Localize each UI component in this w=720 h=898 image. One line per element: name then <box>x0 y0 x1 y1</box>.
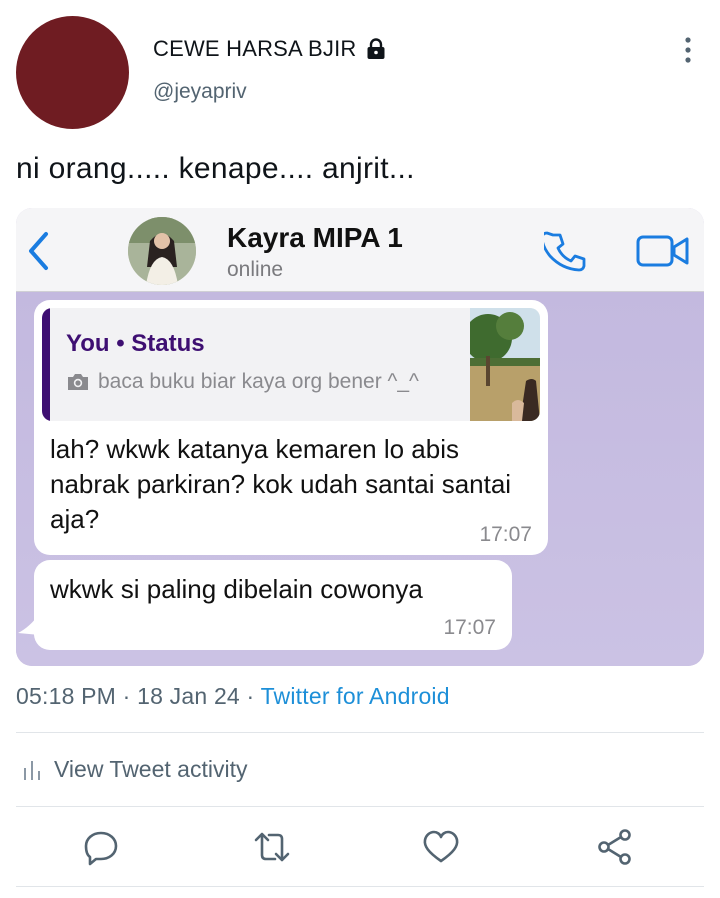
tweet-media-screenshot[interactable]: Kayra MIPA 1 online You • Status baca bu… <box>16 208 704 666</box>
author-avatar[interactable] <box>16 16 129 129</box>
lock-icon <box>367 38 385 59</box>
author-display-name[interactable]: CEWE HARSA BJIR <box>153 36 356 62</box>
contact-avatar <box>128 217 196 285</box>
quote-text: baca buku biar kaya org bener ^_^ <box>98 370 419 393</box>
meta-separator: · <box>246 683 255 709</box>
bar-chart-icon <box>24 760 40 780</box>
like-icon[interactable] <box>422 828 460 866</box>
phone-icon <box>544 231 586 272</box>
quote-bar <box>42 308 50 421</box>
author-handle[interactable]: @jeyapriv <box>153 80 247 104</box>
tweet-text: ni orang..... kenape.... anjrit... <box>16 152 415 185</box>
tweet-source-link[interactable]: Twitter for Android <box>261 683 450 709</box>
message-time: 17:07 <box>443 616 496 639</box>
chat-area: You • Status baca buku biar kaya org ben… <box>16 292 704 666</box>
status-thumbnail <box>470 308 540 421</box>
camera-icon <box>68 374 88 390</box>
contact-name: Kayra MIPA 1 <box>227 222 403 253</box>
divider <box>16 886 704 887</box>
reply-icon[interactable] <box>82 828 120 866</box>
message-text: wkwk si paling dibelain cowonya <box>50 574 423 604</box>
chevron-left-icon <box>29 232 48 270</box>
divider <box>16 806 704 807</box>
share-icon[interactable] <box>596 828 634 866</box>
meta-separator: · <box>122 683 131 709</box>
quoted-status: You • Status baca buku biar kaya org ben… <box>42 308 540 421</box>
message-time: 17:07 <box>479 523 532 546</box>
quote-text-row: baca buku biar kaya org bener ^_^ <box>66 370 419 394</box>
view-tweet-activity-link[interactable]: View Tweet activity <box>22 756 247 783</box>
tweet-time[interactable]: 05:18 PM <box>16 683 116 709</box>
divider <box>16 732 704 733</box>
message-bubble: You • Status baca buku biar kaya org ben… <box>34 300 548 555</box>
message-bubble: wkwk si paling dibelain cowonya 17:07 <box>34 560 512 650</box>
retweet-icon[interactable] <box>253 828 291 866</box>
tweet-meta: 05:18 PM · 18 Jan 24 · Twitter for Andro… <box>16 683 450 710</box>
video-camera-icon <box>636 235 689 267</box>
tweet-date[interactable]: 18 Jan 24 <box>137 683 240 709</box>
quote-author: You • Status <box>66 330 205 357</box>
contact-status: online <box>227 258 284 281</box>
message-text: lah? wkwk katanya kemaren lo abis nabrak… <box>50 434 512 534</box>
author-name-row[interactable]: CEWE HARSA BJIR <box>153 36 388 62</box>
activity-label: View Tweet activity <box>54 756 248 782</box>
more-options-icon[interactable] <box>678 36 698 64</box>
chat-header: Kayra MIPA 1 online <box>16 208 704 292</box>
